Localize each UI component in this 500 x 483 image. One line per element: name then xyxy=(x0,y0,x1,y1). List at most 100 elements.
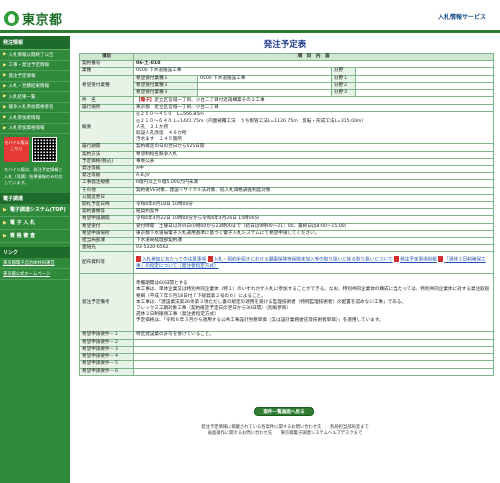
row-value xyxy=(132,360,495,369)
table-row: 配布資料等 入札参加にあたっての注意事項 入札・契約手続きにおける健康保険等保険… xyxy=(79,251,495,275)
sidebar-item[interactable]: ▶ 入札結果一覧 xyxy=(0,92,70,103)
row-label: 契約方法 xyxy=(79,150,134,159)
link-e-government[interactable]: 東京都電子自治体共同運営 xyxy=(0,258,70,269)
project-name: 足立区宮城一丁目、小台二丁目付近再構築その２工事 xyxy=(154,97,265,103)
row-value: 0500 下水道施設工事 xyxy=(133,67,332,76)
procurement-top-button[interactable]: ▶ 電子調達システム(TOP) xyxy=(0,204,70,217)
tokyo-logo[interactable]: 東京都 xyxy=(4,9,63,28)
sidebar-item[interactable]: ▶ 入札参加資格情報 xyxy=(0,124,70,134)
e-bidding-button[interactable]: ▶ 電 子 入 札 xyxy=(0,217,70,230)
table-row: 契約番号 06-土-010 xyxy=(79,60,495,69)
logo-text: 東京都 xyxy=(22,13,63,28)
doc-link[interactable]: 入札・契約手続きにおける健康保険等保険未加入等の取り扱いに係る取り扱いについて xyxy=(214,258,393,263)
table-row: 予定価格(税込) 事後公表 xyxy=(79,157,495,167)
row-value: 特定建設業の許可を受けていること。 xyxy=(132,331,495,340)
row-label: 予定価格(税込) xyxy=(79,157,134,167)
row-value: 6億円以上６億5,000万円未満 xyxy=(132,179,495,188)
row-value: 令和6年4月22日 10時00分から令和6年4月26日 15時00分 xyxy=(132,215,495,224)
sidebar-item[interactable]: ▶ 入札・見積結果情報 xyxy=(0,82,70,92)
doc-link[interactable]: 発注予定事項別紙 xyxy=(400,258,437,263)
table-row: 履行場所 東京都 足立区宮城一丁目、小台二丁目 xyxy=(79,104,495,113)
table-row: 履行期間 契約確定の日の翌日から525日間 xyxy=(79,143,495,152)
note-line: 予定価格は、「令和６年３月から適用する公共工事設計労務単価（又は設計業務委託等技… xyxy=(136,318,384,324)
bullet-icon: ▶ xyxy=(3,219,7,226)
row-label: 発注予定備考 xyxy=(79,273,134,333)
row-label: 履行期間 xyxy=(79,143,134,152)
row-value xyxy=(354,74,495,83)
row-label: 概要 xyxy=(79,111,134,145)
page-title: 発注予定表 xyxy=(263,40,307,50)
page-header: 東京都 入札情報サービス xyxy=(0,0,500,33)
row-label: 工事発注規模 xyxy=(79,179,134,188)
row-value xyxy=(132,345,495,355)
bullet-icon: ▶ xyxy=(3,206,7,213)
row-value: A中 xyxy=(132,165,495,174)
row-value xyxy=(132,367,495,376)
table-row: 希望申請要件－１ 特定建設業の許可を受けていること。 xyxy=(79,331,495,340)
row-label: 希望申請要件－２ xyxy=(79,338,134,347)
service-title: 入札情報サービス xyxy=(437,14,486,21)
table-row: 業種 0500 下水道施設工事 分野 xyxy=(79,67,495,76)
row-value xyxy=(132,353,495,362)
table-row: 希望申請期間 令和6年4月22日 10時00分から令和6年4月26日 15時00… xyxy=(79,215,495,224)
table-row: 発注等級 A中 xyxy=(79,165,495,174)
table-row: 開札予定日時 令和6年6月18日 10時00分 xyxy=(79,201,495,210)
qr-code-icon xyxy=(32,137,57,162)
bullet-icon: ▶ xyxy=(3,232,7,239)
pdf-icon xyxy=(136,256,141,263)
table-row: 希望受付業種 希望受付業種１ 0500 下水道施設工事 分野１ xyxy=(79,74,495,98)
row-label: 希望申請場所 xyxy=(79,229,134,239)
row-value: 03-5320-6562 xyxy=(132,244,495,253)
table-row: 工事発注規模 6億円以上６億5,000万円未満 xyxy=(79,179,495,188)
row-label: 開札予定日時 xyxy=(79,201,134,210)
table-row: 連絡先 03-5320-6562 xyxy=(79,244,495,253)
sidebar-heading: 発注情報 xyxy=(0,36,70,50)
sub-label: 希望受付業種２ xyxy=(133,81,198,91)
sidebar-item-label: 発注予定情報 xyxy=(8,73,36,79)
table-header-row: 項目 項 目 内 容 xyxy=(79,52,495,62)
row-label: 発注等級 xyxy=(79,165,134,174)
qualification-button[interactable]: ▶ 資 格 審 査 xyxy=(0,230,70,243)
footer-line: 画面操作に関するお問い合わせ先 東京都電子調達システムヘルプデスクまで xyxy=(207,431,363,436)
sidebar-item[interactable]: ▶ 入札情報公開終了公告 xyxy=(0,50,70,61)
table-row: 発注予定備考 準備期間は60日間とする 本工事は、単体企業又は特別共同企業体（特… xyxy=(79,273,495,333)
sidebar-item[interactable]: ▶ 工事・発注予定情報 xyxy=(0,61,70,71)
summary-line: 汚水ます １４５箇所 xyxy=(136,137,182,143)
sidebar-item[interactable]: ▶ 発注予定情報 xyxy=(0,71,70,82)
sidebar-item-label: 入札参加資格情報 xyxy=(8,126,45,132)
table-row: 件 名 【電子】足立区宮城一丁目、小台二丁目付近再構築その２工事 xyxy=(79,96,495,106)
sidebar-item[interactable]: ▶ 入札参加者情報 xyxy=(0,113,70,124)
sidebar-item-label: 入札結果一覧 xyxy=(8,94,36,100)
table-row: 希望受付 受付時間 土曜日以外の日(0時00から23時00まで（初日は9時00～… xyxy=(79,222,495,231)
row-label: 希望受付業種 xyxy=(79,74,134,98)
table-row: 希望申請要件－４ xyxy=(79,353,495,362)
column-header: 項 目 内 容 xyxy=(132,52,495,62)
page-footer: 発注予定情報に掲載されている各案件に関するお問い合わせ先 各局担当部局室まで 画… xyxy=(70,425,500,437)
mobile-note: モバイル版は、発注予定情報と入札（見積）結果情報のみ対応しています。 xyxy=(4,167,63,185)
back-to-list-button[interactable]: 案件一覧画面へ戻る xyxy=(254,407,314,416)
main-content: 発注予定表 項目 項 目 内 容 契約番号 06-土-010 業種 0500 下… xyxy=(76,36,495,483)
bullet-icon: ▶ xyxy=(3,104,7,110)
row-label: 公開変更日 xyxy=(79,193,134,203)
sidebar-subheading: 電子調達 xyxy=(0,192,70,204)
row-value: 06-土-010 xyxy=(132,60,495,69)
table-row: 希望申請場所 東京都下水道局電子入札運用基準に基づく電子入札システムにて希望申請… xyxy=(79,229,495,239)
link-tokyo-homepage[interactable]: 東京都公式ホームページ xyxy=(0,269,70,280)
table-row: 希望申請要件－６ xyxy=(79,367,495,376)
table-row: その他 契約後VE対象、建設リサイクル法対象、低入札価格調査制度対象 xyxy=(79,186,495,195)
doc-link[interactable]: 入札参加にあたっての注意事項 xyxy=(142,258,206,263)
sub-label: 希望受付業種３ xyxy=(133,89,198,98)
sidebar-item[interactable]: ▶ 競争入札参加資格者名 xyxy=(0,103,70,113)
row-value: ◎２５０～４５０ L=566.85m ◎２１０～６４０ L=1441.75m（内… xyxy=(132,111,495,145)
row-value: A,B,JV xyxy=(132,172,495,181)
row-value: 【電子】足立区宮城一丁目、小台二丁目付近再構築その２工事 xyxy=(132,96,495,106)
row-label: 件 名 xyxy=(79,96,134,106)
mobile-link-button[interactable]: モバイル版はこちら xyxy=(4,137,29,162)
sub-label: 分野２ xyxy=(331,81,356,91)
column-header: 項目 xyxy=(79,52,134,62)
table-row: 希望受付業種３ 分野３ xyxy=(80,89,495,98)
row-label: 連絡先 xyxy=(79,244,134,253)
table-row: 契約方法 希望制指名競争入札 xyxy=(79,150,495,159)
row-value: 紙契約案件 xyxy=(132,208,495,217)
table-row: 概要 ◎２５０～４５０ L=566.85m ◎２１０～６４０ L=1441.75… xyxy=(79,111,495,145)
